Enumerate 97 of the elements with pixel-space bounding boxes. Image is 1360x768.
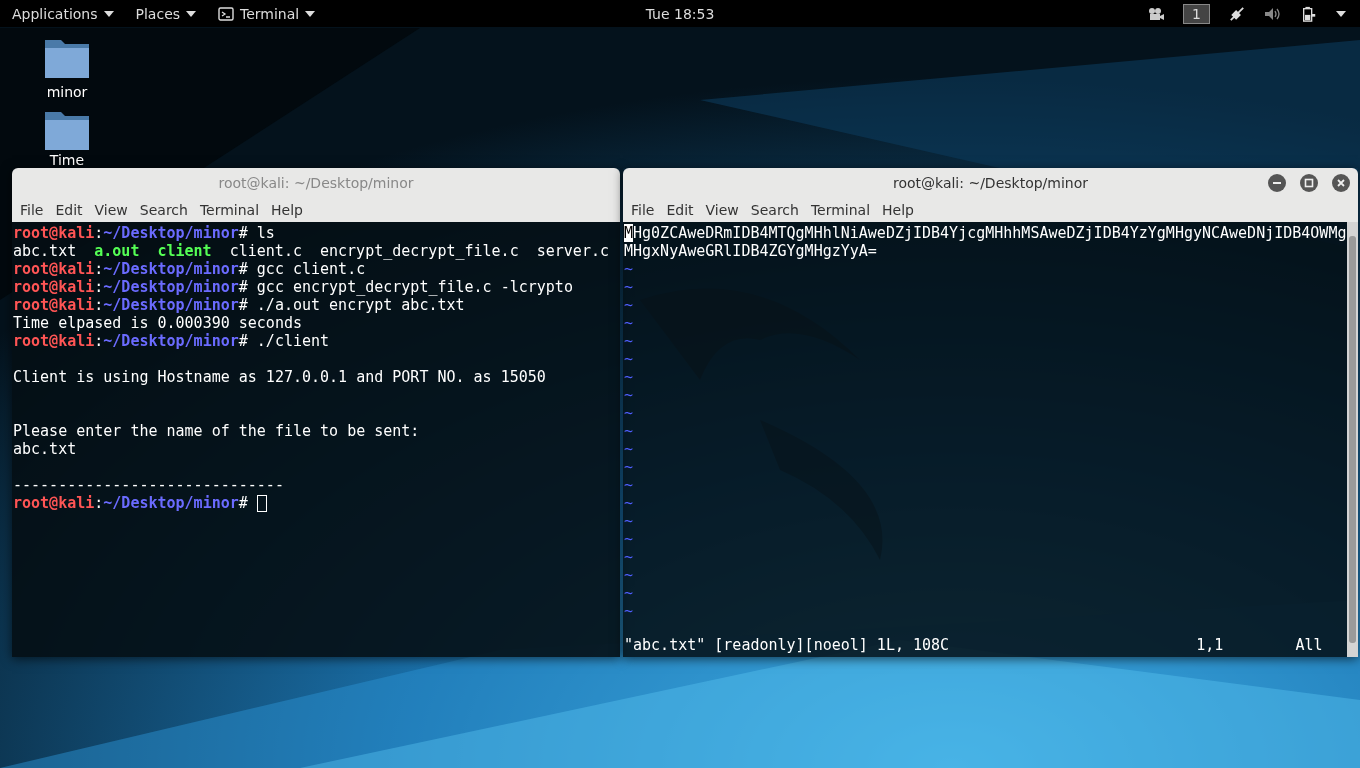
tilde-marker: ~: [624, 260, 634, 278]
prompt-user: root@kali: [13, 332, 95, 350]
prompt-user: root@kali: [13, 296, 95, 314]
scroll-position: All: [1295, 636, 1323, 654]
file-name: encrypt_decrypt_file.c: [320, 242, 519, 260]
terminal-output: Please enter the name of the file to be sent:: [13, 422, 420, 440]
prompt-path: ~/Desktop/minor: [103, 332, 239, 350]
network-icon[interactable]: [1228, 5, 1246, 22]
terminal-text: Hg0ZCAweDRmIDB4MTQgMHhlNiAweDZjIDB4YjcgMHhhMSAweDZjIDB4YzYgMHgyNCAweDNjIDB4OWMg: [633, 224, 1347, 242]
tilde-marker: ~: [624, 530, 634, 548]
tilde-marker: ~: [624, 566, 634, 584]
terminal-output: abc.txt: [13, 440, 77, 458]
terminal-command: # ls: [238, 224, 275, 242]
caret-icon[interactable]: [1336, 10, 1346, 17]
tilde-marker: ~: [624, 332, 634, 350]
file-name: abc.txt: [13, 242, 77, 260]
menu-item[interactable]: View: [699, 200, 745, 220]
scrollbar-thumb[interactable]: [1349, 236, 1356, 643]
terminal-output: Time elpased is 0.000390 seconds: [13, 314, 302, 332]
window-title: root@kali: ~/Desktop/minor: [218, 175, 414, 191]
caret-icon: [186, 10, 197, 17]
camera-icon[interactable]: [1147, 5, 1166, 22]
file-name: a.out: [94, 242, 140, 260]
close-icon[interactable]: [1332, 174, 1350, 192]
terminal-command: # ./client: [238, 332, 330, 350]
prompt-user: root@kali: [13, 224, 95, 242]
prompt-path: ~/Desktop/minor: [103, 494, 239, 512]
prompt-path: ~/Desktop/minor: [103, 260, 239, 278]
minimize-icon[interactable]: [1268, 174, 1286, 192]
terminal-command: # gcc client.c: [238, 260, 366, 278]
prompt-separator: :: [94, 494, 104, 512]
file-name: server.c: [536, 242, 609, 260]
prompt-path: ~/Desktop/minor: [103, 296, 239, 314]
tilde-marker: ~: [624, 512, 634, 530]
tilde-marker: ~: [624, 602, 634, 620]
tilde-marker: ~: [624, 314, 634, 332]
menu-item[interactable]: View: [88, 200, 134, 220]
menu-item[interactable]: Search: [744, 200, 805, 220]
panel-menu[interactable]: Places: [127, 3, 205, 24]
tilde-marker: ~: [624, 386, 634, 404]
prompt-separator: :: [94, 278, 104, 296]
folder-icon[interactable]: [45, 110, 89, 150]
terminal-command: # ./a.out encrypt abc.txt: [238, 296, 465, 314]
terminal-output: Client is using Hostname as 127.0.0.1 and PORT NO. as 15050: [13, 368, 546, 386]
menu-item[interactable]: Edit: [660, 200, 700, 220]
tilde-marker: ~: [624, 404, 634, 422]
prompt-path: ~/Desktop/minor: [103, 278, 239, 296]
prompt-separator: :: [94, 332, 104, 350]
prompt-separator: :: [94, 260, 104, 278]
prompt-user: root@kali: [13, 278, 95, 296]
prompt-user: root@kali: [13, 494, 95, 512]
panel-menu[interactable]: Applications: [4, 3, 122, 24]
terminal-text: MHgxNyAweGRlIDB4ZGYgMHgzYyA=: [624, 242, 877, 260]
icon-label: Time: [49, 152, 85, 168]
file-name: client: [157, 242, 212, 260]
prompt-user: root@kali: [13, 260, 95, 278]
icon-label: minor: [46, 84, 88, 100]
folder-icon[interactable]: [45, 38, 89, 78]
menu-item[interactable]: File: [14, 200, 50, 220]
menu-item[interactable]: Search: [133, 200, 194, 220]
menu-item[interactable]: Edit: [49, 200, 89, 220]
scrollbar[interactable]: [1347, 222, 1358, 657]
tilde-marker: ~: [624, 296, 634, 314]
prompt-separator: :: [94, 224, 104, 242]
tilde-marker: ~: [624, 422, 634, 440]
file-name: client.c: [229, 242, 302, 260]
panel-menu[interactable]: Terminal: [210, 3, 324, 24]
clock[interactable]: Tue 18:53: [645, 5, 715, 22]
tilde-marker: ~: [624, 368, 634, 386]
caret-icon: [305, 10, 316, 17]
menu-item[interactable]: Terminal: [193, 200, 266, 220]
terminal-icon: [218, 5, 235, 22]
terminal-output: ------------------------------: [13, 476, 284, 494]
menu-item[interactable]: Terminal: [804, 200, 877, 220]
tilde-marker: ~: [624, 494, 634, 512]
cursor-position: 1,1: [1196, 636, 1224, 654]
workspace-indicator[interactable]: 1: [1183, 3, 1210, 24]
battery-icon[interactable]: [1300, 5, 1318, 22]
terminal-command: # gcc encrypt_decrypt_file.c -lcrypto: [238, 278, 573, 296]
prompt-separator: :: [94, 296, 104, 314]
menu-item[interactable]: Help: [265, 200, 309, 220]
tilde-marker: ~: [624, 476, 634, 494]
menu-item[interactable]: Help: [876, 200, 920, 220]
tilde-marker: ~: [624, 278, 634, 296]
window-title: root@kali: ~/Desktop/minor: [892, 175, 1089, 191]
tilde-marker: ~: [624, 548, 634, 566]
status-message: "abc.txt" [readonly][noeol] 1L, 108C: [624, 636, 950, 654]
prompt-path: ~/Desktop/minor: [103, 224, 239, 242]
menu-item[interactable]: File: [625, 200, 661, 220]
terminal-command: #: [238, 494, 248, 512]
caret-icon: [103, 10, 114, 17]
tilde-marker: ~: [624, 584, 634, 602]
tilde-marker: ~: [624, 458, 634, 476]
tilde-marker: ~: [624, 440, 634, 458]
tilde-marker: ~: [624, 350, 634, 368]
maximize-icon[interactable]: [1300, 174, 1318, 192]
text-cursor: M: [624, 224, 634, 242]
